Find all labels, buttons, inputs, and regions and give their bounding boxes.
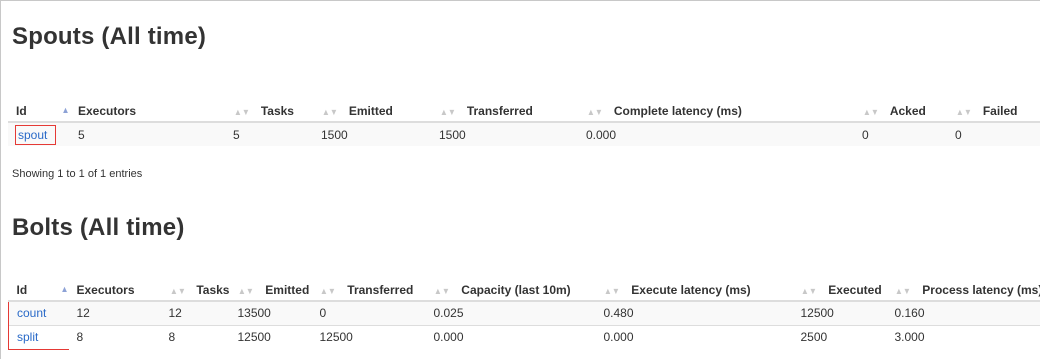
column-header-executors[interactable]: Executors bbox=[70, 100, 225, 122]
column-header-complete-latency[interactable]: ▲▼ Complete latency (ms) bbox=[578, 100, 854, 122]
sort-icon: ▲▼ bbox=[862, 106, 879, 117]
emitted-cell: 1500 bbox=[313, 121, 431, 146]
table-info-text: Showing 1 to 1 of 1 entries bbox=[12, 168, 143, 180]
table-row: split 8 8 12500 12500 0.000 0.000 2500 3… bbox=[8, 324, 1040, 350]
sort-icon: ▲▼ bbox=[233, 106, 250, 117]
spout-id-cell: spout bbox=[8, 121, 70, 146]
spouts-section-title: Spouts (All time) bbox=[12, 23, 207, 50]
column-header-emitted[interactable]: ▲▼ Emitted bbox=[229, 279, 311, 301]
column-header-tasks[interactable]: ▲▼ Tasks bbox=[225, 100, 313, 122]
column-header-transferred[interactable]: ▲▼ Transferred bbox=[431, 100, 578, 122]
transferred-cell: 1500 bbox=[431, 121, 578, 146]
column-header-emitted[interactable]: ▲▼ Emitted bbox=[313, 100, 431, 122]
sort-icon: ▲▼ bbox=[955, 106, 972, 117]
sort-ascending-icon: ▲ bbox=[61, 104, 70, 115]
table-row: count 12 12 13500 0 0.025 0.480 12500 0.… bbox=[8, 300, 1040, 325]
process-latency-cell: 0.160 bbox=[886, 300, 1040, 325]
column-header-failed[interactable]: ▲▼ Failed bbox=[947, 100, 1040, 122]
capacity-cell: 0.000 bbox=[425, 324, 596, 349]
sort-icon: ▲▼ bbox=[895, 285, 912, 296]
failed-cell: 0 bbox=[947, 121, 1040, 146]
column-header-process-latency[interactable]: ▲▼ Process latency (ms) bbox=[886, 279, 1040, 301]
split-link[interactable]: split bbox=[17, 330, 38, 344]
emitted-cell: 13500 bbox=[229, 300, 312, 325]
bolts-table: Id ▲ Executors ▲▼ Tasks ▲▼ Emitted ▲▼ Transf… bbox=[8, 279, 1040, 350]
transferred-cell: 0 bbox=[311, 300, 426, 325]
sort-icon: ▲▼ bbox=[604, 285, 621, 296]
tasks-cell: 5 bbox=[225, 121, 313, 146]
bolts-section-title: Bolts (All time) bbox=[12, 214, 185, 241]
sort-icon: ▲▼ bbox=[320, 285, 337, 296]
count-link[interactable]: count bbox=[17, 306, 46, 320]
spouts-header-row: Id ▲ Executors ▲▼ Tasks ▲▼ Emitted ▲▼ Transf… bbox=[8, 100, 1040, 122]
execute-latency-cell: 0.480 bbox=[595, 300, 793, 325]
column-header-tasks[interactable]: ▲▼ Tasks bbox=[161, 279, 229, 301]
sort-ascending-icon: ▲ bbox=[60, 283, 69, 294]
column-header-id[interactable]: Id ▲ bbox=[8, 100, 70, 122]
emitted-cell: 12500 bbox=[229, 324, 312, 349]
sort-icon: ▲▼ bbox=[439, 106, 456, 117]
column-header-acked[interactable]: ▲▼ Acked bbox=[854, 100, 947, 122]
executed-cell: 12500 bbox=[792, 300, 887, 325]
tasks-cell: 8 bbox=[160, 324, 230, 349]
capacity-cell: 0.025 bbox=[425, 300, 596, 325]
column-header-executed[interactable]: ▲▼ Executed bbox=[792, 279, 886, 301]
table-row: spout 5 5 1500 1500 0.000 0 0 bbox=[8, 121, 1040, 146]
column-header-execute-latency[interactable]: ▲▼ Execute latency (ms) bbox=[595, 279, 792, 301]
sort-icon: ▲▼ bbox=[801, 285, 818, 296]
sort-icon: ▲▼ bbox=[321, 106, 338, 117]
execute-latency-cell: 0.000 bbox=[595, 324, 793, 349]
spouts-table: Id ▲ Executors ▲▼ Tasks ▲▼ Emitted ▲▼ Transf… bbox=[8, 100, 1040, 146]
executed-cell: 2500 bbox=[792, 324, 887, 349]
column-header-capacity[interactable]: ▲▼ Capacity (last 10m) bbox=[425, 279, 595, 301]
executors-cell: 12 bbox=[68, 300, 161, 325]
bolt-id-cell: count bbox=[8, 300, 69, 325]
sort-icon: ▲▼ bbox=[238, 285, 255, 296]
column-header-executors[interactable]: Executors bbox=[69, 279, 161, 301]
bolts-header-row: Id ▲ Executors ▲▼ Tasks ▲▼ Emitted ▲▼ Transf… bbox=[8, 279, 1040, 301]
sort-icon: ▲▼ bbox=[169, 285, 186, 296]
spout-link[interactable]: spout bbox=[14, 124, 57, 145]
sort-icon: ▲▼ bbox=[586, 106, 603, 117]
executors-cell: 8 bbox=[68, 324, 161, 349]
transferred-cell: 12500 bbox=[311, 324, 426, 349]
executors-cell: 5 bbox=[70, 121, 225, 146]
column-header-transferred[interactable]: ▲▼ Transferred bbox=[311, 279, 425, 301]
acked-cell: 0 bbox=[854, 121, 947, 146]
tasks-cell: 12 bbox=[160, 300, 230, 325]
column-header-id[interactable]: Id ▲ bbox=[9, 279, 69, 301]
sort-icon: ▲▼ bbox=[434, 285, 451, 296]
bolt-id-cell: split bbox=[8, 324, 69, 350]
process-latency-cell: 3.000 bbox=[886, 324, 1040, 349]
complete-latency-cell: 0.000 bbox=[578, 121, 854, 146]
